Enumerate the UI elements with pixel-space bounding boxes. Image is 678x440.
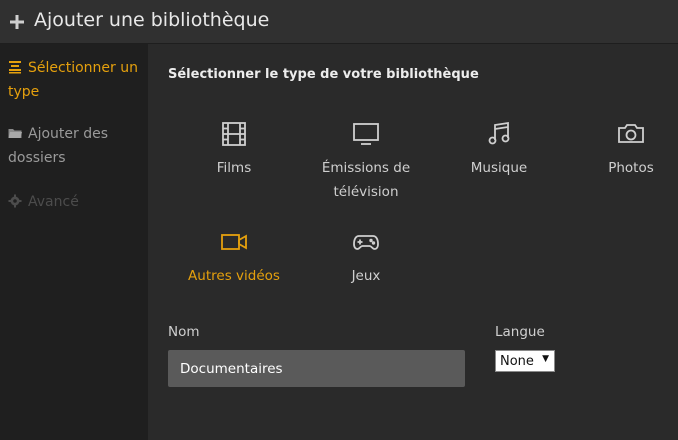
library-type-other-videos[interactable]: Autres vidéos: [179, 228, 289, 288]
wizard-sidebar: Sélectionner un type Ajouter des dossier…: [0, 44, 148, 440]
library-type-label: Autres vidéos: [188, 268, 280, 284]
list-icon: [8, 58, 22, 74]
film-icon: [220, 120, 248, 148]
sidebar-item-add-folders[interactable]: Ajouter des dossiers: [8, 122, 140, 170]
sidebar-item-advanced: Avancé: [8, 190, 140, 214]
music-icon: [485, 120, 513, 148]
tv-icon: [352, 120, 380, 148]
chevron-down-icon: ▼: [542, 354, 549, 364]
library-type-label: Photos: [608, 160, 654, 176]
language-selected-value: None: [500, 353, 534, 369]
library-name-input[interactable]: [168, 350, 465, 387]
video-camera-icon: [220, 228, 248, 256]
gamepad-icon: [352, 228, 380, 256]
folder-icon: [8, 124, 22, 138]
library-type-music[interactable]: Musique: [444, 120, 554, 180]
plus-icon: [0, 0, 34, 44]
gear-icon: [8, 192, 22, 208]
library-type-label: Films: [216, 160, 252, 176]
library-type-games[interactable]: Jeux: [311, 228, 421, 288]
section-title: Sélectionner le type de votre bibliothèq…: [168, 67, 479, 82]
library-type-photos[interactable]: Photos: [576, 120, 678, 180]
library-type-label: Jeux: [351, 268, 381, 284]
library-type-tv-shows[interactable]: Émissions de télévision: [311, 120, 421, 204]
library-type-label: Musique: [470, 160, 528, 176]
library-type-label: Émissions de télévision: [321, 160, 411, 200]
language-select[interactable]: None ▼: [495, 350, 555, 372]
main-panel: Sélectionner le type de votre bibliothèq…: [148, 44, 678, 440]
sidebar-item-select-type[interactable]: Sélectionner un type: [8, 56, 140, 104]
name-label: Nom: [168, 324, 200, 340]
camera-icon: [617, 120, 645, 148]
sidebar-item-label: Sélectionner un type: [8, 60, 138, 100]
library-type-films[interactable]: Films: [179, 120, 289, 180]
dialog-title: Ajouter une bibliothèque: [34, 8, 270, 31]
language-label: Langue: [495, 324, 545, 340]
sidebar-item-label: Ajouter des dossiers: [8, 126, 109, 166]
sidebar-item-label: Avancé: [28, 194, 79, 210]
dialog-header: Ajouter une bibliothèque: [0, 0, 678, 44]
